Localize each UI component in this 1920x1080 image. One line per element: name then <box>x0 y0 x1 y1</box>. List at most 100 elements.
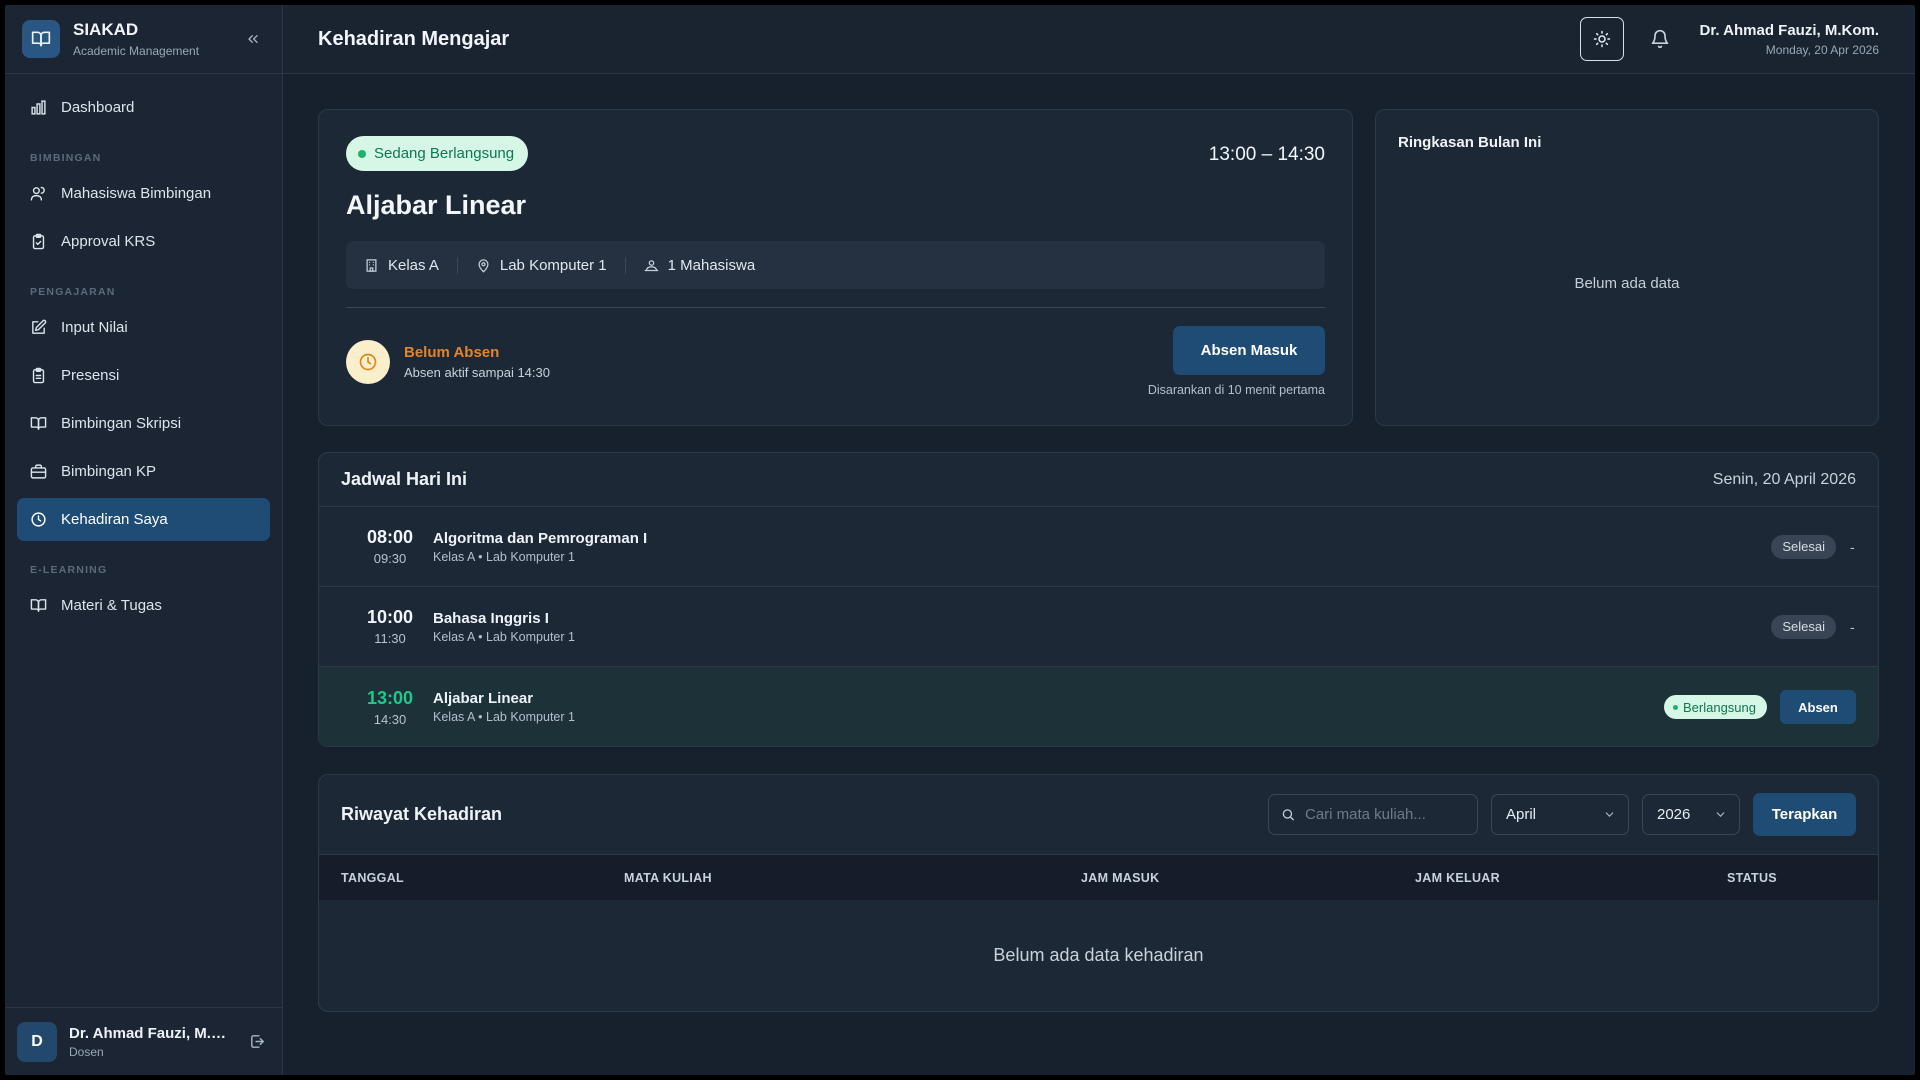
briefcase-icon <box>29 463 47 481</box>
course-title: Aljabar Linear <box>346 190 527 220</box>
chevron-down-icon <box>1605 812 1614 817</box>
clipboard-icon <box>29 367 47 385</box>
schedule-date: Senin, 20 April 2026 <box>1712 470 1856 488</box>
brand-title: SIAKAD <box>73 20 139 39</box>
course-name: Algoritma dan Pemrograman I <box>433 529 648 547</box>
topbar: Kehadiran Mengajar Dr. Ahmad Fauzi, M.Ko… <box>283 5 1915 74</box>
nav-section-pengajaran: PENGAJARAN <box>30 286 116 298</box>
class-time-range: 13:00 – 14:30 <box>1208 144 1325 165</box>
sidebar-item-mahasiswa-bimbingan[interactable]: Mahasiswa Bimbingan <box>17 172 270 215</box>
column-header-date: TANGGAL <box>341 870 404 885</box>
end-time: 09:30 <box>373 551 407 566</box>
end-time: 11:30 <box>374 631 406 646</box>
live-dot-icon <box>1673 704 1678 710</box>
avatar: D <box>17 1021 57 1062</box>
course-location: Kelas A • Lab Komputer 1 <box>433 629 575 644</box>
course-location: Kelas A • Lab Komputer 1 <box>433 549 575 564</box>
schedule-row-live: 13:00 14:30 Aljabar Linear Kelas A • Lab… <box>319 667 1878 746</box>
user-info[interactable]: Dr. Ahmad Fauzi, M.Kom. Monday, 20 Apr 2… <box>1700 22 1879 57</box>
notifications-button[interactable] <box>1646 25 1674 53</box>
sidebar-item-label: Bimbingan KP <box>61 463 157 480</box>
sidebar-user: D Dr. Ahmad Fauzi, M.Kom. Dosen <box>5 1007 282 1075</box>
nav-section-bimbingan: BIMBINGAN <box>30 152 102 164</box>
course-location: Kelas A • Lab Komputer 1 <box>433 710 575 724</box>
current-date: Monday, 20 Apr 2026 <box>1765 42 1879 57</box>
user-name: Dr. Ahmad Fauzi, M.Kom. <box>1699 21 1879 39</box>
absen-button[interactable]: Absen <box>1780 690 1856 724</box>
current-class-card: Sedang Berlangsung 13:00 – 14:30 Aljabar… <box>318 109 1353 426</box>
book-open-icon <box>29 415 47 433</box>
today-schedule-card: Jadwal Hari Ini Senin, 20 April 2026 08:… <box>318 452 1879 747</box>
sidebar-item-approval-krs[interactable]: Approval KRS <box>17 220 270 263</box>
clock-icon <box>29 511 47 529</box>
search-input[interactable] <box>1305 806 1465 823</box>
brand-subtitle: Academic Management <box>73 44 200 58</box>
live-dot-icon <box>358 149 366 158</box>
brand: SIAKAD Academic Management <box>5 5 282 74</box>
sidebar-item-kehadiran-saya[interactable]: Kehadiran Saya <box>17 498 270 541</box>
sidebar-item-bimbingan-kp[interactable]: Bimbingan KP <box>17 450 270 493</box>
clipboard-check-icon <box>29 233 47 251</box>
history-title: Riwayat Kehadiran <box>341 804 503 824</box>
collapse-sidebar-button[interactable] <box>241 27 265 51</box>
year-select[interactable]: 2026 <box>1642 794 1740 835</box>
divider <box>346 307 1325 308</box>
start-time: 10:00 <box>366 607 414 627</box>
attendance-note: Absen aktif sampai 14:30 <box>404 364 550 380</box>
attendance-row: Belum Absen Absen aktif sampai 14:30 Abs… <box>346 326 1325 397</box>
meta-students: 1 Mahasiswa <box>644 257 774 274</box>
sidebar-item-dashboard[interactable]: Dashboard <box>17 86 270 129</box>
sidebar-item-label: Dashboard <box>61 99 135 116</box>
column-header-status: STATUS <box>1727 870 1777 885</box>
table-empty-state: Belum ada data kehadiran <box>993 945 1204 965</box>
book-logo-icon <box>22 20 60 58</box>
search-field[interactable] <box>1268 794 1478 835</box>
clock-icon <box>346 339 390 384</box>
status-badge: Berlangsung <box>1664 695 1767 719</box>
sidebar-item-input-nilai[interactable]: Input Nilai <box>17 306 270 349</box>
table-header: TANGGAL MATA KULIAH JAM MASUK JAM KELUAR… <box>319 855 1878 900</box>
schedule-title: Jadwal Hari Ini <box>341 469 468 489</box>
sidebar-item-materi-tugas[interactable]: Materi & Tugas <box>17 584 270 627</box>
content: Sedang Berlangsung 13:00 – 14:30 Aljabar… <box>283 74 1915 1075</box>
row-action: - <box>1850 618 1855 635</box>
column-header-course: MATA KULIAH <box>624 870 712 885</box>
logout-icon <box>250 1035 264 1048</box>
sidebar-item-bimbingan-skripsi[interactable]: Bimbingan Skripsi <box>17 402 270 445</box>
page-title: Kehadiran Mengajar <box>318 27 510 50</box>
sidebar-item-presensi[interactable]: Presensi <box>17 354 270 397</box>
start-time: 13:00 <box>366 687 414 708</box>
check-in-button[interactable]: Absen Masuk <box>1173 326 1325 375</box>
status-badge: Selesai <box>1771 614 1836 639</box>
logout-button[interactable] <box>244 1029 270 1055</box>
column-header-check-in: JAM MASUK <box>1081 870 1160 885</box>
app-window: SIAKAD Academic Management Dashboard BIM… <box>5 5 1915 1075</box>
sidebar-item-label: Approval KRS <box>61 233 156 250</box>
schedule-row: 10:00 11:30 Bahasa Inggris I Kelas A • L… <box>319 587 1878 667</box>
monthly-summary-card: Ringkasan Bulan Ini Belum ada data <box>1375 109 1879 426</box>
column-header-check-out: JAM KELUAR <box>1415 870 1500 885</box>
meta-room: Lab Komputer 1 <box>476 256 626 274</box>
footer-user-role: Dosen <box>69 1044 104 1059</box>
building-icon <box>366 258 377 272</box>
class-meta: Kelas A Lab Komputer 1 1 Mahasiswa <box>346 241 1325 289</box>
meta-class: Kelas A <box>364 256 458 274</box>
end-time: 14:30 <box>373 711 407 727</box>
user-group-icon <box>644 259 658 271</box>
bell-icon <box>1651 29 1668 49</box>
sidebar-nav: Dashboard BIMBINGAN Mahasiswa Bimbingan … <box>5 74 282 1007</box>
check-in-hint: Disarankan di 10 menit pertama <box>1147 383 1325 397</box>
attendance-history-card: Riwayat Kehadiran April 2026 Terapkan <box>318 774 1879 1012</box>
sidebar-item-label: Bimbingan Skripsi <box>61 415 182 432</box>
course-name: Bahasa Inggris I <box>433 609 549 627</box>
month-select[interactable]: April <box>1491 794 1629 835</box>
theme-toggle-button[interactable] <box>1579 17 1624 61</box>
users-icon <box>29 185 47 203</box>
footer-user-name: Dr. Ahmad Fauzi, M.Kom. <box>69 1024 232 1042</box>
start-time: 08:00 <box>366 527 414 547</box>
status-badge: Sedang Berlangsung <box>346 136 529 171</box>
sidebar-item-label: Input Nilai <box>61 319 128 336</box>
sun-icon <box>1593 30 1610 48</box>
apply-filter-button[interactable]: Terapkan <box>1753 793 1856 836</box>
book-open-icon <box>29 597 47 615</box>
